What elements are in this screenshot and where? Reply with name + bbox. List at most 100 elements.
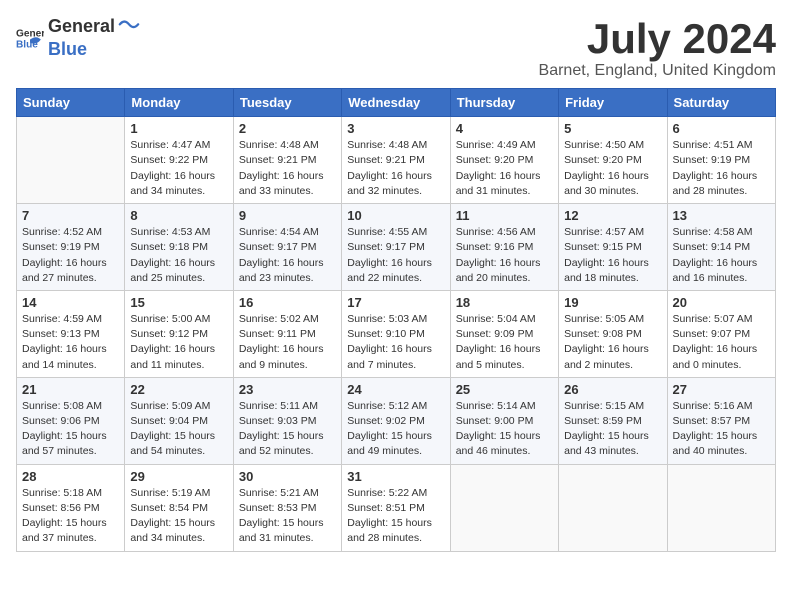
- logo: General Blue General Blue: [16, 16, 140, 60]
- sunrise-text: Sunrise: 5:09 AM: [130, 400, 210, 412]
- sunrise-text: Sunrise: 5:05 AM: [564, 313, 644, 325]
- day-number: 27: [673, 382, 770, 397]
- month-year-title: July 2024: [539, 16, 776, 62]
- calendar-cell: 2 Sunrise: 4:48 AM Sunset: 9:21 PM Dayli…: [233, 117, 341, 204]
- sunset-text: Sunset: 9:21 PM: [347, 154, 425, 166]
- calendar-week-row: 28 Sunrise: 5:18 AM Sunset: 8:56 PM Dayl…: [17, 464, 776, 551]
- calendar-cell: 13 Sunrise: 4:58 AM Sunset: 9:14 PM Dayl…: [667, 204, 775, 291]
- day-info: Sunrise: 5:04 AM Sunset: 9:09 PM Dayligh…: [456, 312, 553, 373]
- weekday-header-wednesday: Wednesday: [342, 89, 450, 117]
- day-number: 26: [564, 382, 661, 397]
- weekday-header-row: SundayMondayTuesdayWednesdayThursdayFrid…: [17, 89, 776, 117]
- sunrise-text: Sunrise: 5:19 AM: [130, 487, 210, 499]
- daylight-text: Daylight: 15 hours and 49 minutes.: [347, 430, 432, 457]
- sunset-text: Sunset: 8:56 PM: [22, 502, 100, 514]
- calendar-cell: 11 Sunrise: 4:56 AM Sunset: 9:16 PM Dayl…: [450, 204, 558, 291]
- day-info: Sunrise: 5:15 AM Sunset: 8:59 PM Dayligh…: [564, 399, 661, 460]
- sunrise-text: Sunrise: 5:21 AM: [239, 487, 319, 499]
- weekday-header-thursday: Thursday: [450, 89, 558, 117]
- daylight-text: Daylight: 15 hours and 37 minutes.: [22, 517, 107, 544]
- sunset-text: Sunset: 8:54 PM: [130, 502, 208, 514]
- sunset-text: Sunset: 9:07 PM: [673, 328, 751, 340]
- calendar-cell: 30 Sunrise: 5:21 AM Sunset: 8:53 PM Dayl…: [233, 464, 341, 551]
- day-number: 22: [130, 382, 227, 397]
- calendar-cell: 21 Sunrise: 5:08 AM Sunset: 9:06 PM Dayl…: [17, 377, 125, 464]
- daylight-text: Daylight: 15 hours and 57 minutes.: [22, 430, 107, 457]
- day-number: 20: [673, 295, 770, 310]
- day-number: 15: [130, 295, 227, 310]
- day-number: 24: [347, 382, 444, 397]
- sunset-text: Sunset: 9:09 PM: [456, 328, 534, 340]
- calendar-cell: 3 Sunrise: 4:48 AM Sunset: 9:21 PM Dayli…: [342, 117, 450, 204]
- sunrise-text: Sunrise: 5:18 AM: [22, 487, 102, 499]
- sunrise-text: Sunrise: 5:14 AM: [456, 400, 536, 412]
- calendar-cell: 26 Sunrise: 5:15 AM Sunset: 8:59 PM Dayl…: [559, 377, 667, 464]
- daylight-text: Daylight: 16 hours and 28 minutes.: [673, 170, 758, 197]
- calendar-cell: 18 Sunrise: 5:04 AM Sunset: 9:09 PM Dayl…: [450, 290, 558, 377]
- sunrise-text: Sunrise: 4:53 AM: [130, 226, 210, 238]
- day-info: Sunrise: 5:07 AM Sunset: 9:07 PM Dayligh…: [673, 312, 770, 373]
- sunset-text: Sunset: 9:16 PM: [456, 241, 534, 253]
- weekday-header-saturday: Saturday: [667, 89, 775, 117]
- sunrise-text: Sunrise: 4:51 AM: [673, 139, 753, 151]
- day-info: Sunrise: 4:48 AM Sunset: 9:21 PM Dayligh…: [347, 138, 444, 199]
- calendar-cell: 31 Sunrise: 5:22 AM Sunset: 8:51 PM Dayl…: [342, 464, 450, 551]
- daylight-text: Daylight: 15 hours and 54 minutes.: [130, 430, 215, 457]
- day-info: Sunrise: 5:03 AM Sunset: 9:10 PM Dayligh…: [347, 312, 444, 373]
- day-info: Sunrise: 4:49 AM Sunset: 9:20 PM Dayligh…: [456, 138, 553, 199]
- calendar-cell: 15 Sunrise: 5:00 AM Sunset: 9:12 PM Dayl…: [125, 290, 233, 377]
- weekday-header-sunday: Sunday: [17, 89, 125, 117]
- day-number: 5: [564, 121, 661, 136]
- sunset-text: Sunset: 9:12 PM: [130, 328, 208, 340]
- day-number: 19: [564, 295, 661, 310]
- weekday-header-tuesday: Tuesday: [233, 89, 341, 117]
- daylight-text: Daylight: 16 hours and 23 minutes.: [239, 257, 324, 284]
- daylight-text: Daylight: 15 hours and 52 minutes.: [239, 430, 324, 457]
- daylight-text: Daylight: 16 hours and 18 minutes.: [564, 257, 649, 284]
- calendar-cell: [667, 464, 775, 551]
- day-info: Sunrise: 5:09 AM Sunset: 9:04 PM Dayligh…: [130, 399, 227, 460]
- sunrise-text: Sunrise: 4:47 AM: [130, 139, 210, 151]
- day-info: Sunrise: 5:22 AM Sunset: 8:51 PM Dayligh…: [347, 486, 444, 547]
- location-subtitle: Barnet, England, United Kingdom: [539, 62, 776, 80]
- calendar-cell: 8 Sunrise: 4:53 AM Sunset: 9:18 PM Dayli…: [125, 204, 233, 291]
- day-number: 31: [347, 469, 444, 484]
- calendar-cell: 23 Sunrise: 5:11 AM Sunset: 9:03 PM Dayl…: [233, 377, 341, 464]
- calendar-cell: 29 Sunrise: 5:19 AM Sunset: 8:54 PM Dayl…: [125, 464, 233, 551]
- calendar-cell: [17, 117, 125, 204]
- sunset-text: Sunset: 8:51 PM: [347, 502, 425, 514]
- day-number: 21: [22, 382, 119, 397]
- calendar-cell: 25 Sunrise: 5:14 AM Sunset: 9:00 PM Dayl…: [450, 377, 558, 464]
- sunrise-text: Sunrise: 5:22 AM: [347, 487, 427, 499]
- sunrise-text: Sunrise: 4:58 AM: [673, 226, 753, 238]
- daylight-text: Daylight: 16 hours and 22 minutes.: [347, 257, 432, 284]
- sunset-text: Sunset: 9:00 PM: [456, 415, 534, 427]
- sunrise-text: Sunrise: 5:15 AM: [564, 400, 644, 412]
- day-info: Sunrise: 4:57 AM Sunset: 9:15 PM Dayligh…: [564, 225, 661, 286]
- day-info: Sunrise: 4:55 AM Sunset: 9:17 PM Dayligh…: [347, 225, 444, 286]
- calendar-cell: 19 Sunrise: 5:05 AM Sunset: 9:08 PM Dayl…: [559, 290, 667, 377]
- sunrise-text: Sunrise: 5:00 AM: [130, 313, 210, 325]
- weekday-header-monday: Monday: [125, 89, 233, 117]
- sunset-text: Sunset: 8:59 PM: [564, 415, 642, 427]
- sunset-text: Sunset: 9:11 PM: [239, 328, 316, 340]
- day-info: Sunrise: 5:08 AM Sunset: 9:06 PM Dayligh…: [22, 399, 119, 460]
- daylight-text: Daylight: 16 hours and 5 minutes.: [456, 343, 541, 370]
- sunset-text: Sunset: 8:53 PM: [239, 502, 317, 514]
- sunset-text: Sunset: 9:17 PM: [347, 241, 425, 253]
- sunrise-text: Sunrise: 5:12 AM: [347, 400, 427, 412]
- sunrise-text: Sunrise: 5:04 AM: [456, 313, 536, 325]
- day-number: 13: [673, 208, 770, 223]
- calendar-cell: [450, 464, 558, 551]
- day-info: Sunrise: 5:02 AM Sunset: 9:11 PM Dayligh…: [239, 312, 336, 373]
- day-number: 17: [347, 295, 444, 310]
- daylight-text: Daylight: 16 hours and 34 minutes.: [130, 170, 215, 197]
- calendar-cell: 10 Sunrise: 4:55 AM Sunset: 9:17 PM Dayl…: [342, 204, 450, 291]
- svg-text:General: General: [16, 28, 44, 39]
- sunrise-text: Sunrise: 4:50 AM: [564, 139, 644, 151]
- day-number: 7: [22, 208, 119, 223]
- day-number: 10: [347, 208, 444, 223]
- sunset-text: Sunset: 9:18 PM: [130, 241, 208, 253]
- calendar-cell: 1 Sunrise: 4:47 AM Sunset: 9:22 PM Dayli…: [125, 117, 233, 204]
- daylight-text: Daylight: 15 hours and 34 minutes.: [130, 517, 215, 544]
